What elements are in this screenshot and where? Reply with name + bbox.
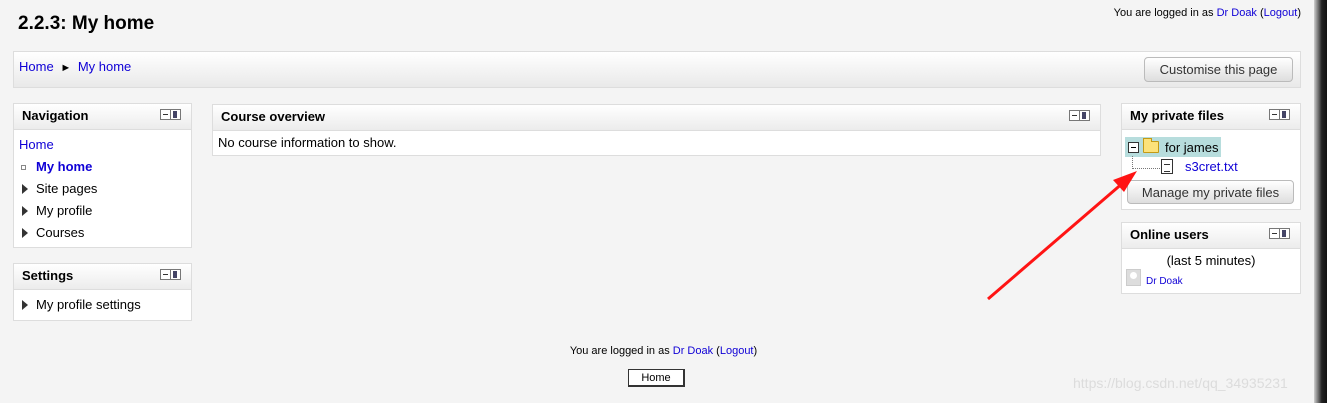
screen-edge	[1314, 0, 1327, 403]
annotation-arrow	[987, 171, 1137, 301]
login-info-bottom: You are logged in as Dr Doak (Logout)	[569, 345, 758, 357]
watermark: https://blog.csdn.net/qq_34935231	[1073, 375, 1288, 391]
logout-link[interactable]: Logout	[720, 345, 754, 357]
home-button[interactable]: Home	[628, 369, 685, 387]
user-link[interactable]: Dr Doak	[673, 345, 713, 357]
